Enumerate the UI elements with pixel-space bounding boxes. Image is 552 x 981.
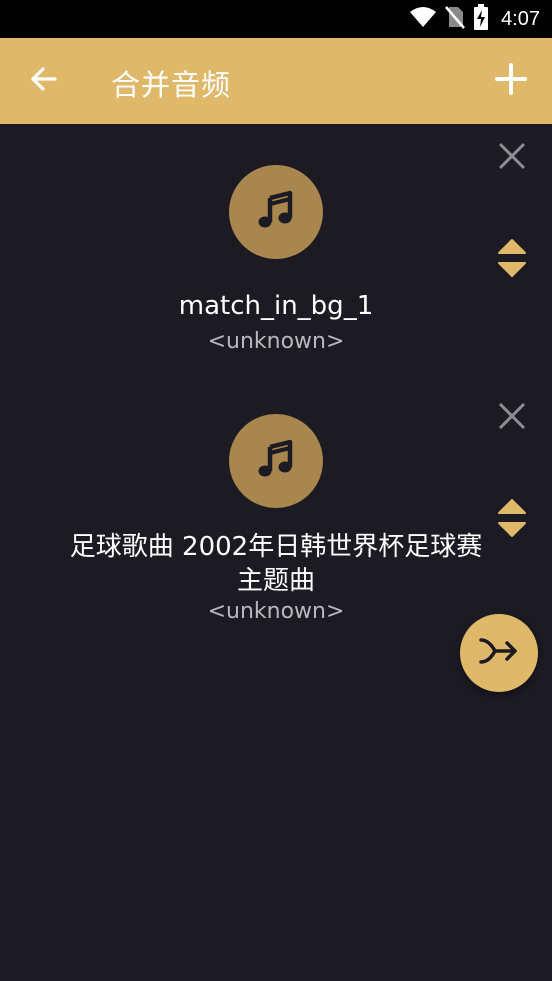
merge-button[interactable] (460, 614, 538, 692)
track-artwork (229, 414, 323, 508)
status-time: 4:07 (501, 7, 540, 30)
back-button[interactable] (18, 56, 68, 106)
drag-reorder-icon (497, 238, 527, 283)
track-title: 足球歌曲 2002年日韩世界杯足球赛主题曲 (69, 532, 483, 596)
page-title: 合并音频 (111, 68, 232, 102)
add-audio-button[interactable] (486, 56, 536, 106)
status-icons: 4:07 (409, 3, 540, 35)
reorder-handle[interactable] (490, 498, 534, 542)
close-icon (498, 402, 526, 435)
remove-track-button[interactable] (490, 136, 534, 180)
arrow-back-icon (29, 65, 57, 98)
close-icon (498, 142, 526, 175)
app-bar: 合并音频 (0, 38, 552, 124)
wifi-icon (409, 6, 437, 33)
track-item: match_in_bg_1 <unknown> (0, 124, 552, 374)
drag-reorder-icon (497, 498, 527, 543)
music-note-icon (254, 437, 298, 486)
track-artist: <unknown> (207, 329, 345, 354)
no-sim-icon (445, 5, 466, 34)
track-item: 足球歌曲 2002年日韩世界杯足球赛主题曲 <unknown> (0, 374, 552, 644)
track-artwork (229, 165, 323, 259)
track-artist: <unknown> (207, 599, 345, 624)
remove-track-button[interactable] (490, 396, 534, 440)
music-note-icon (254, 188, 298, 237)
track-title: match_in_bg_1 (178, 291, 374, 321)
plus-icon (495, 62, 527, 100)
reorder-handle[interactable] (490, 238, 534, 282)
battery-charging-icon (473, 3, 489, 35)
merge-icon (479, 636, 519, 671)
status-bar: 4:07 (0, 0, 552, 38)
